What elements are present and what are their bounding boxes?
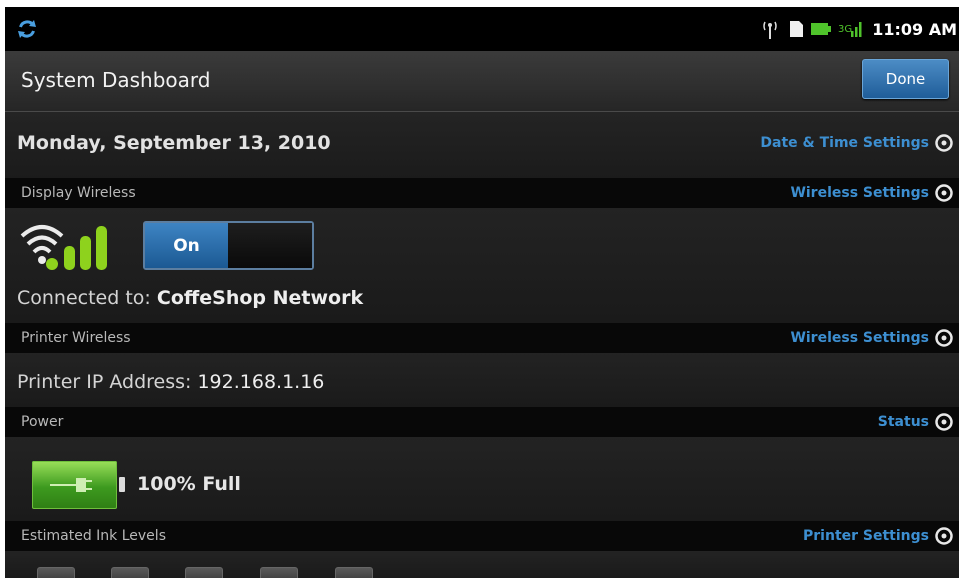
wireless-settings-label: Wireless Settings — [790, 185, 929, 201]
signal-icon: 3G — [838, 22, 862, 37]
section-ink-levels: Estimated Ink Levels Printer Settings — [5, 521, 959, 551]
current-date: Monday, September 13, 2010 — [17, 132, 331, 154]
display-wireless-settings-link[interactable]: Wireless Settings — [790, 184, 953, 202]
ink-cartridge — [37, 567, 75, 578]
wifi-signal-icon — [20, 225, 107, 270]
section-label: Printer Wireless — [21, 330, 131, 346]
display-wireless-toggle[interactable]: On — [143, 221, 314, 270]
wireless-settings-label: Wireless Settings — [790, 330, 929, 346]
printer-wireless-panel: Printer IP Address: 192.168.1.16 — [5, 353, 959, 407]
status-bar: 3G 11:09 AM — [5, 7, 959, 51]
network-name: CoffeShop Network — [156, 287, 364, 309]
section-label: Display Wireless — [21, 185, 136, 201]
battery-icon — [811, 23, 832, 35]
display-wireless-panel: On Connected to: CoffeShop Network — [5, 208, 959, 323]
date-row: Monday, September 13, 2010 Date & Time S… — [5, 112, 959, 178]
wifi-antenna-icon — [763, 21, 777, 39]
done-button[interactable]: Done — [862, 59, 949, 99]
date-time-settings-label: Date & Time Settings — [760, 135, 929, 151]
printer-settings-label: Printer Settings — [803, 528, 929, 544]
printer-ip-value: 192.168.1.16 — [197, 371, 325, 393]
ink-cartridge — [260, 567, 298, 578]
section-power: Power Status — [5, 407, 959, 437]
sync-icon[interactable] — [17, 19, 37, 39]
section-printer-wireless: Printer Wireless Wireless Settings — [5, 323, 959, 353]
sd-card-icon — [790, 21, 804, 37]
printer-ip-address: Printer IP Address: 192.168.1.16 — [17, 371, 324, 393]
section-display-wireless: Display Wireless Wireless Settings — [5, 178, 959, 208]
toggle-on-label: On — [145, 223, 228, 268]
power-panel: 100% Full — [5, 437, 959, 521]
connected-status: Connected to: CoffeShop Network — [17, 287, 363, 309]
ink-cartridge — [185, 567, 223, 578]
date-time-settings-link[interactable]: Date & Time Settings — [760, 134, 953, 152]
connected-prefix: Connected to: — [17, 287, 151, 309]
screen: 3G 11:09 AM System Dashboard Done Monday… — [5, 7, 959, 578]
settings-gear-icon — [935, 329, 953, 347]
title-bar: System Dashboard Done — [5, 51, 959, 112]
status-time: 11:09 AM — [872, 19, 957, 39]
printer-wireless-settings-link[interactable]: Wireless Settings — [790, 329, 953, 347]
printer-ip-prefix: Printer IP Address: — [17, 371, 192, 393]
status-label: Status — [877, 414, 929, 430]
settings-gear-icon — [935, 527, 953, 545]
section-label: Estimated Ink Levels — [21, 528, 166, 544]
toggle-off-half — [228, 223, 312, 268]
page-title: System Dashboard — [21, 68, 211, 92]
printer-settings-link[interactable]: Printer Settings — [803, 527, 953, 545]
ink-cartridge — [111, 567, 149, 578]
power-status-link[interactable]: Status — [878, 413, 953, 431]
ink-cartridge — [335, 567, 373, 578]
plug-icon — [50, 478, 92, 492]
section-label: Power — [21, 414, 64, 430]
status-icons: 3G 11:09 AM — [759, 7, 959, 51]
settings-gear-icon — [935, 184, 953, 202]
battery-terminal — [119, 477, 125, 492]
settings-gear-icon — [935, 134, 953, 152]
power-level-text: 100% Full — [137, 473, 241, 495]
svg-text:3G: 3G — [838, 24, 852, 35]
battery-level-bar — [32, 461, 117, 509]
settings-gear-icon — [935, 413, 953, 431]
